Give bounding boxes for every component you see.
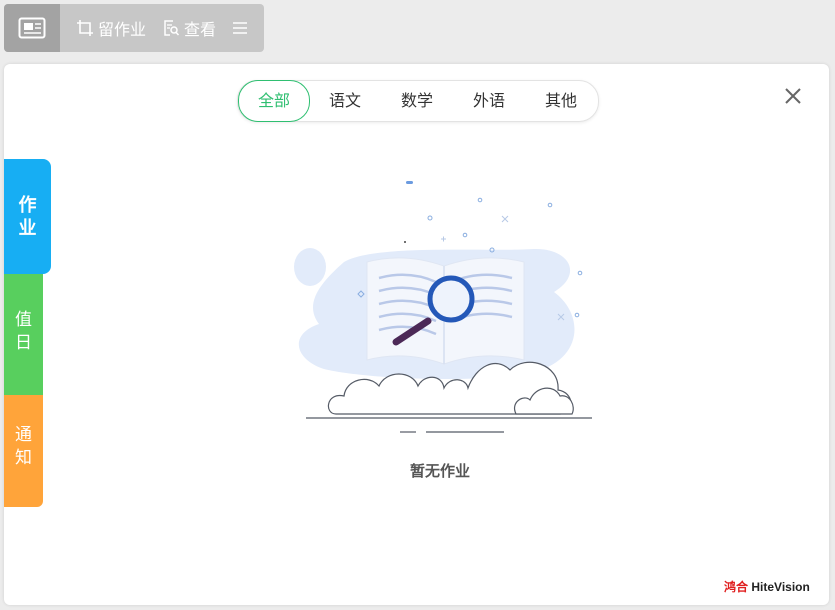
- brand-mark: 鸿合: [724, 580, 749, 594]
- whiteboard-icon: [18, 17, 46, 39]
- menu-button[interactable]: [232, 21, 248, 35]
- assign-homework-button[interactable]: 留作业: [76, 16, 146, 40]
- side-tab-notice-char-1: 通: [15, 424, 32, 445]
- side-tab-homework-char-2: 业: [18, 217, 37, 239]
- brand-logo: 鸿合 HiteVision: [724, 578, 810, 595]
- crop-icon: [77, 20, 93, 36]
- side-tab-homework[interactable]: 作 业: [4, 159, 51, 274]
- close-icon[interactable]: [783, 86, 803, 106]
- document-search-icon: [164, 20, 180, 36]
- side-tab-notice-char-2: 知: [15, 447, 32, 468]
- hamburger-menu-icon: [233, 22, 248, 34]
- tab-math[interactable]: 数学: [382, 81, 452, 121]
- view-label: 查看: [184, 20, 217, 39]
- side-tab-duty-char-1: 值: [15, 310, 32, 330]
- app-icon[interactable]: [4, 4, 60, 52]
- empty-state-message: 暂无作业: [409, 462, 470, 480]
- top-toolbar: 留作业 查看: [4, 4, 264, 52]
- subject-tabs: 全部 语文 数学 外语 其他: [237, 80, 599, 122]
- tab-chinese[interactable]: 语文: [310, 81, 380, 121]
- tab-foreign-language[interactable]: 外语: [454, 81, 524, 121]
- tab-all[interactable]: 全部: [238, 80, 310, 122]
- side-tab-homework-char-1: 作: [18, 194, 37, 216]
- view-button[interactable]: 查看: [162, 16, 216, 40]
- empty-book-magnifier-illustration: [294, 181, 592, 433]
- side-tab-notice[interactable]: 通 知: [4, 386, 43, 507]
- tab-other[interactable]: 其他: [526, 81, 596, 121]
- homework-panel: 全部 语文 数学 外语 其他 作 业 值 日 通 知 暂无作业 鸿合 HiteV…: [4, 64, 829, 605]
- side-tab-duty[interactable]: 值 日: [4, 269, 43, 395]
- assign-homework-label: 留作业: [98, 20, 147, 39]
- side-tab-duty-char-2: 日: [15, 333, 32, 353]
- brand-name: HiteVision: [751, 580, 810, 594]
